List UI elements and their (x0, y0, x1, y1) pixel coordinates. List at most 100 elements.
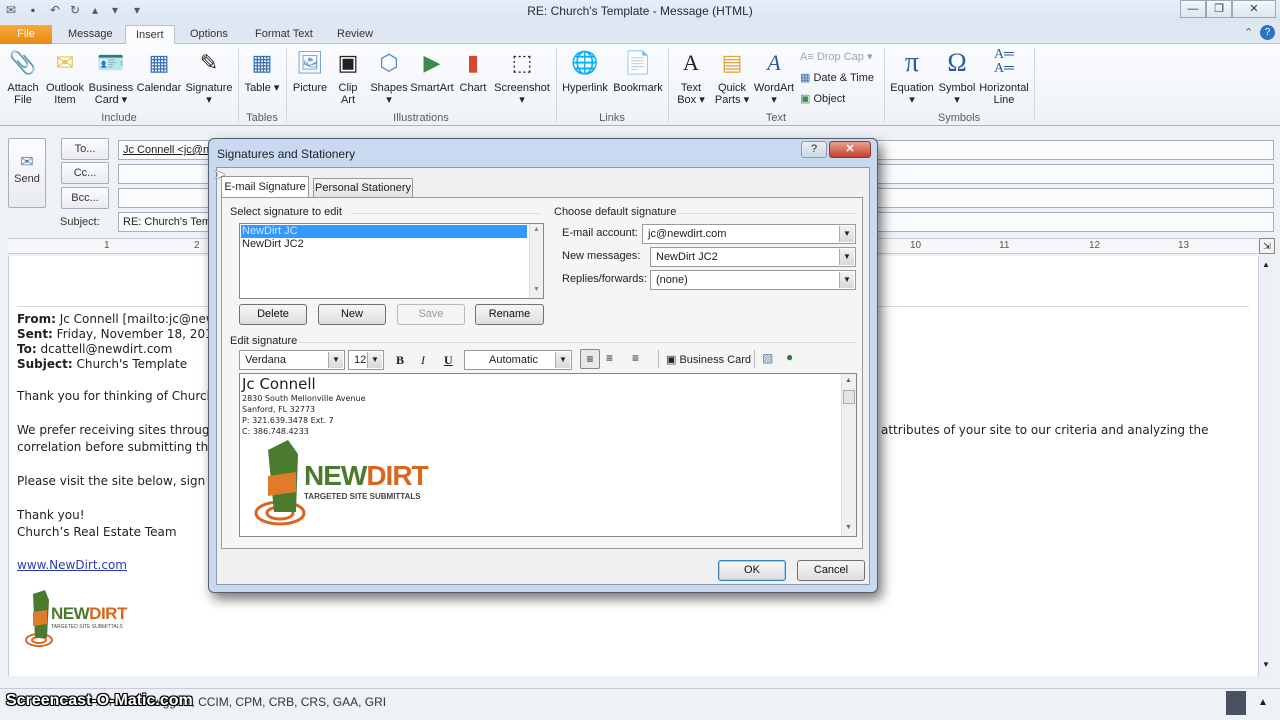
drop-cap-button[interactable]: A≡ Drop Cap ▾ (800, 50, 872, 63)
cancel-button[interactable]: Cancel (797, 560, 865, 581)
scroll-down-icon[interactable]: ▼ (1262, 660, 1270, 669)
close-button[interactable]: ✕ (1232, 0, 1276, 18)
symbol-button[interactable]: Ω Symbol ▾ (936, 48, 978, 106)
hyperlink-button[interactable]: 🌐 Hyperlink (560, 48, 610, 94)
text-box-button[interactable]: A Text Box ▾ (674, 48, 708, 106)
new-messages-select[interactable]: NewDirt JC2 ▼ (650, 247, 856, 267)
tab-message[interactable]: Message (58, 25, 123, 44)
chart-button[interactable]: ▮ Chart (456, 48, 490, 94)
font-select[interactable]: Verdana ▼ (239, 350, 345, 370)
paragraph: We prefer receiving sites through (17, 423, 218, 437)
signature-name: Jc Connell (242, 375, 316, 393)
scroll-up-icon[interactable]: ▲ (845, 377, 852, 384)
picture-button[interactable]: 🖼 Picture (290, 48, 330, 94)
chevron-down-icon[interactable]: ▼ (328, 352, 343, 368)
editor-scrollbar[interactable]: ▲ ▼ (841, 374, 856, 536)
font-color-select[interactable]: Automatic ▼ (464, 350, 572, 370)
shapes-button[interactable]: ⬡ Shapes ▾ (368, 48, 410, 106)
signature-editor[interactable]: Jc Connell 2830 South Mellonville Avenue… (239, 373, 857, 537)
save-button[interactable]: Save (397, 304, 465, 325)
signature-list-item[interactable]: NewDirt JC2 (241, 238, 527, 251)
send-button[interactable]: ✉ Send (8, 138, 46, 208)
align-center-button[interactable]: ≡ (606, 351, 613, 365)
help-button[interactable]: ? (801, 141, 827, 158)
tab-panel: Select signature to edit NewDirt JC NewD… (221, 197, 863, 549)
smartart-button[interactable]: ▶ SmartArt (410, 48, 454, 94)
date-time-button[interactable]: ▦ Date & Time (800, 71, 874, 84)
expand-icon[interactable]: ▲ (1258, 697, 1268, 708)
horizontal-line-button[interactable]: A═ A═ Horizontal Line (978, 48, 1030, 107)
tab-format-text[interactable]: Format Text (245, 25, 323, 44)
rename-button[interactable]: Rename (475, 304, 544, 325)
chevron-down-icon[interactable]: ▼ (839, 272, 854, 288)
bcc-button[interactable]: Bcc... (61, 187, 109, 209)
delete-button[interactable]: Delete (239, 304, 307, 325)
new-button[interactable]: New (318, 304, 386, 325)
dialog-close-button[interactable]: ✕ (829, 141, 871, 158)
chevron-down-icon[interactable]: ▼ (555, 352, 570, 368)
replies-forwards-select[interactable]: (none) ▼ (650, 270, 856, 290)
contact-avatar[interactable] (1226, 691, 1246, 715)
bookmark-button[interactable]: 📄 Bookmark (612, 48, 664, 94)
chevron-down-icon[interactable]: ▼ (839, 249, 854, 265)
scroll-up-icon[interactable]: ▲ (1262, 260, 1270, 269)
email-account-select[interactable]: jc@newdirt.com ▼ (642, 224, 856, 244)
minimize-button[interactable]: — (1180, 0, 1206, 18)
clip-art-button[interactable]: ▣ Clip Art (332, 48, 364, 106)
screenshot-button[interactable]: ⬚ Screenshot ▾ (494, 48, 550, 106)
divider (300, 342, 856, 343)
watermark: Screencast-O-Matic.com (6, 692, 193, 709)
vertical-scrollbar[interactable]: ▲ ▼ (1258, 256, 1274, 676)
tab-personal-stationery[interactable]: Personal Stationery (313, 178, 413, 198)
business-card-button[interactable]: ▣ Business Card (666, 353, 751, 366)
bold-button[interactable]: B (396, 353, 404, 368)
separator (754, 350, 755, 368)
underline-button[interactable]: U (444, 353, 453, 368)
restore-button[interactable]: ❐ (1206, 0, 1232, 18)
insert-picture-icon[interactable]: ▨ (762, 351, 773, 365)
signature-list-item[interactable]: NewDirt JC (241, 225, 527, 238)
tab-review[interactable]: Review (327, 25, 383, 44)
signature-button[interactable]: ✎ Signature ▾ (184, 48, 234, 106)
insert-hyperlink-icon[interactable]: ● (786, 350, 793, 364)
table-button[interactable]: ▦ Table ▾ (244, 48, 280, 94)
calendar-button[interactable]: ▦ Calendar (136, 48, 182, 94)
ok-button[interactable]: OK (718, 560, 786, 581)
business-card-button[interactable]: 🪪 Business Card ▾ (88, 48, 134, 106)
tab-insert[interactable]: Insert (125, 25, 175, 45)
list-scrollbar[interactable]: ▲ ▼ (529, 224, 543, 298)
help-icon[interactable]: ? (1260, 25, 1275, 40)
omega-icon: Ω (947, 48, 967, 77)
align-left-button[interactable]: ≡ (580, 349, 600, 369)
chevron-down-icon[interactable]: ▼ (839, 226, 854, 242)
tab-file[interactable]: File (0, 25, 52, 44)
italic-button[interactable]: I (421, 353, 425, 368)
tab-options[interactable]: Options (180, 25, 238, 44)
cc-button[interactable]: Cc... (61, 162, 109, 184)
align-right-button[interactable]: ≡ (632, 351, 639, 365)
separator (668, 48, 669, 122)
attach-file-button[interactable]: 📎 Attach File (4, 48, 42, 106)
font-size-select[interactable]: 12 ▼ (348, 350, 384, 370)
scroll-down-icon[interactable]: ▼ (533, 286, 540, 293)
view-ruler-icon[interactable]: ⇲ (1259, 238, 1275, 254)
quick-parts-button[interactable]: ▤ Quick Parts ▾ (712, 48, 752, 106)
tab-email-signature[interactable]: E-mail Signature (221, 176, 309, 198)
signature-list[interactable]: NewDirt JC NewDirt JC2 ▲ ▼ (239, 223, 544, 299)
chevron-down-icon[interactable]: ▼ (367, 352, 382, 368)
wordart-button[interactable]: A WordArt ▾ (752, 48, 796, 106)
outlook-item-button[interactable]: ✉ Outlook Item (44, 48, 86, 106)
picture-icon: 🖼 (296, 50, 324, 75)
website-link[interactable]: www.NewDirt.com (17, 558, 127, 572)
scroll-thumb[interactable] (843, 390, 855, 404)
to-button[interactable]: To... (61, 138, 109, 160)
equation-button[interactable]: π Equation ▾ (888, 48, 936, 107)
object-button[interactable]: ▣ Object (800, 92, 845, 105)
shapes-icon: ⬡ (379, 50, 399, 75)
scroll-up-icon[interactable]: ▲ (533, 226, 540, 233)
minimize-ribbon-icon[interactable]: ⌃ (1244, 26, 1253, 39)
header-to: To: dcattell@newdirt.com (17, 342, 173, 356)
wordart-icon: A (767, 50, 781, 75)
business-card-icon: 🪪 (97, 50, 125, 75)
scroll-down-icon[interactable]: ▼ (845, 524, 852, 531)
